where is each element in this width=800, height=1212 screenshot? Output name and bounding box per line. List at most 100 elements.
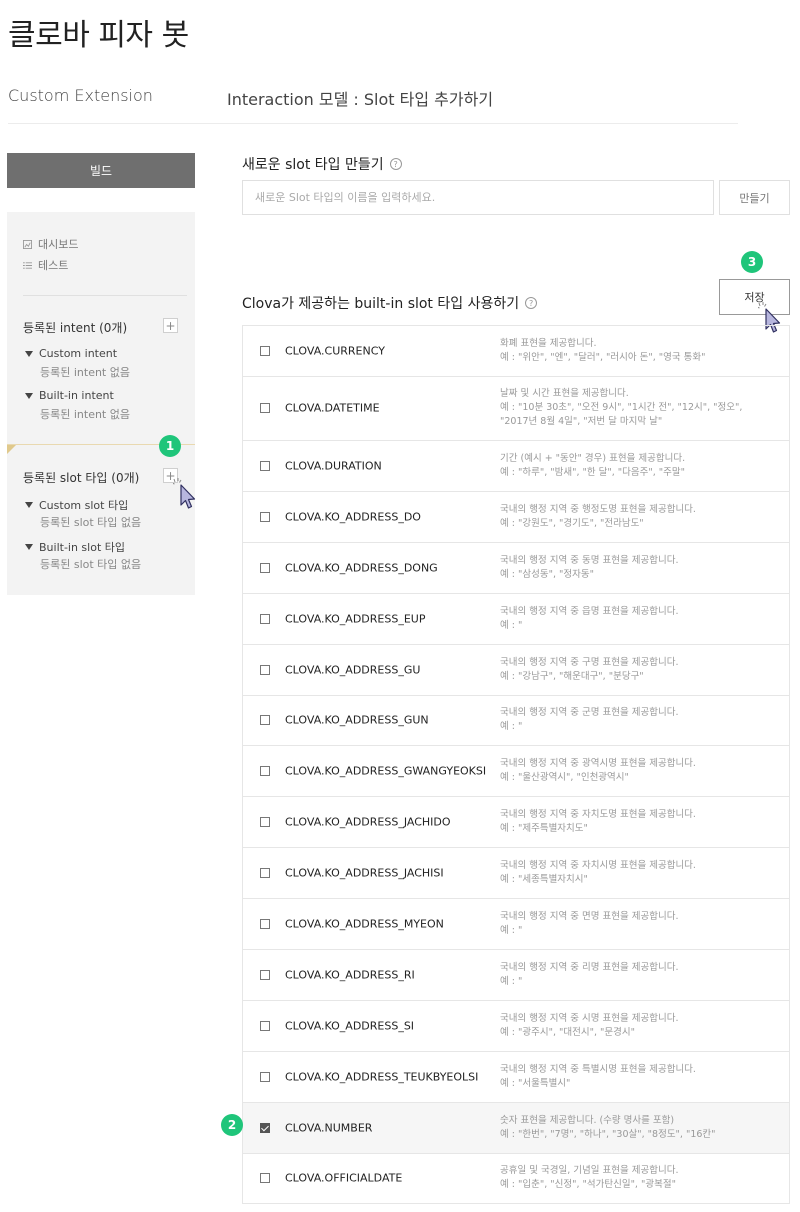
help-icon[interactable]: ? (389, 158, 402, 170)
sidebar-group-custom-slot[interactable]: Custom slot 타입 (25, 497, 128, 513)
slot-type-description: 국내의 행정 지역 중 리명 표현을 제공합니다. 예 : " (500, 961, 770, 989)
example-text: 예 : "강남구", "해운대구", "분당구" (500, 670, 644, 682)
slot-checkbox[interactable] (260, 345, 270, 356)
table-row[interactable]: CLOVA.KO_ADDRESS_GUN 국내의 행정 지역 중 군명 표현을 제… (243, 696, 789, 747)
slot-type-description: 국내의 행정 지역 중 읍명 표현을 제공합니다. 예 : " (500, 605, 770, 633)
example-text: 예 : "서울특별시" (500, 1077, 571, 1089)
table-row[interactable]: CLOVA.KO_ADDRESS_DONG 국내의 행정 지역 중 동명 표현을 … (243, 543, 789, 594)
table-row[interactable]: CLOVA.CURRENCY 화폐 표현을 제공합니다. 예 : "위안", "엔"… (243, 326, 789, 377)
new-slot-type-heading: 새로운 slot 타입 만들기 ? (242, 154, 402, 174)
description-text: 화폐 표현을 제공합니다. (500, 337, 597, 349)
group-label: Built-in slot 타입 (39, 541, 126, 554)
table-row[interactable]: CLOVA.KO_ADDRESS_GU 국내의 행정 지역 중 구명 표현을 제공… (243, 645, 789, 696)
breadcrumb-current-page: Interaction 모델 : Slot 타입 추가하기 (227, 90, 494, 109)
slot-checkbox[interactable] (260, 969, 270, 980)
slot-type-description: 국내의 행정 지역 중 특별시명 표현을 제공합니다. 예 : "서울특별시" (500, 1063, 770, 1091)
slot-type-description: 국내의 행정 지역 중 행정도명 표현을 제공합니다. 예 : "강원도", "경… (500, 503, 770, 531)
slot-checkbox[interactable] (260, 613, 270, 624)
description-text: 국내의 행정 지역 중 읍명 표현을 제공합니다. (500, 605, 679, 617)
build-button[interactable]: 빌드 (7, 153, 195, 188)
step-badge-1: 1 (159, 435, 181, 457)
list-icon (23, 261, 32, 269)
sidebar-group-builtin-intent[interactable]: Built-in intent (25, 389, 114, 402)
slot-checkbox[interactable] (260, 664, 270, 675)
slot-type-description: 국내의 행정 지역 중 시명 표현을 제공합니다. 예 : "광주시", "대전시… (500, 1012, 770, 1040)
slot-type-description: 국내의 행정 지역 중 군명 표현을 제공합니다. 예 : " (500, 706, 770, 734)
example-text: 예 : "삼성동", "정자동" (500, 568, 594, 580)
new-slot-type-input[interactable] (242, 180, 714, 215)
table-row[interactable]: CLOVA.KO_ADDRESS_EUP 국내의 행정 지역 중 읍명 표현을 제… (243, 594, 789, 645)
example-text: 예 : " (500, 925, 523, 937)
empty-text: 등록된 intent 없음 (40, 366, 130, 379)
example-text: 예 : " (500, 619, 523, 631)
table-row[interactable]: CLOVA.KO_ADDRESS_TEUKBYEOLSI 국내의 행정 지역 중 … (243, 1052, 789, 1103)
create-button[interactable]: 만들기 (719, 180, 790, 215)
caret-down-icon (25, 502, 33, 508)
sidebar-item-dashboard[interactable]: 대시보드 (23, 236, 78, 252)
table-row[interactable]: CLOVA.KO_ADDRESS_DO 국내의 행정 지역 중 행정도명 표현을 … (243, 492, 789, 543)
slot-checkbox[interactable] (260, 919, 270, 930)
slot-type-name: CLOVA.KO_ADDRESS_EUP (285, 612, 426, 626)
sidebar-group-custom-intent[interactable]: Custom intent (25, 347, 117, 360)
table-row[interactable]: CLOVA.DATETIME 날짜 및 시간 표현을 제공합니다. 예 : "10분… (243, 377, 789, 442)
table-row[interactable]: CLOVA.KO_ADDRESS_JACHISI 국내의 행정 지역 중 자치시명… (243, 848, 789, 900)
table-row[interactable]: CLOVA.KO_ADDRESS_RI 국내의 행정 지역 중 리명 표현을 제공… (243, 950, 789, 1001)
caret-down-icon (25, 392, 33, 399)
slot-type-description: 국내의 행정 지역 중 면명 표현을 제공합니다. 예 : " (500, 910, 770, 938)
breadcrumb-custom-extension[interactable]: Custom Extension (8, 86, 153, 105)
table-row[interactable]: CLOVA.KO_ADDRESS_MYEON 국내의 행정 지역 중 면명 표현을… (243, 899, 789, 950)
description-text: 국내의 행정 지역 중 자치도명 표현을 제공합니다. (500, 809, 696, 821)
description-text: 공휴일 및 국경일, 기념일 표현을 제공합니다. (500, 1165, 679, 1177)
slot-checkbox[interactable] (260, 817, 270, 828)
table-row[interactable]: CLOVA.NUMBER 숫자 표현을 제공합니다. (수량 명사를 포함) 예 :… (243, 1102, 789, 1154)
table-row[interactable]: CLOVA.KO_ADDRESS_JACHIDO 국내의 행정 지역 중 자치도명… (243, 797, 789, 849)
sidebar-item-label: 테스트 (38, 259, 69, 272)
registered-intents-title: 등록된 intent (0개) (23, 321, 128, 335)
slot-type-description: 국내의 행정 지역 중 동명 표현을 제공합니다. 예 : "삼성동", "정자동… (500, 554, 770, 582)
slot-checkbox[interactable] (260, 1071, 270, 1082)
slot-checkbox[interactable] (260, 461, 270, 472)
add-intent-button[interactable]: + (163, 318, 178, 333)
section-accent-marker (7, 445, 16, 454)
slot-checkbox[interactable] (260, 868, 270, 879)
slot-checkbox[interactable] (260, 715, 270, 726)
example-text: 예 : " (500, 975, 523, 987)
help-icon[interactable]: ? (525, 297, 538, 309)
slot-checkbox[interactable] (260, 766, 270, 777)
slot-type-description: 국내의 행정 지역 중 구명 표현을 제공합니다. 예 : "강남구", "해운대… (500, 656, 770, 684)
description-text: 국내의 행정 지역 중 군명 표현을 제공합니다. (500, 707, 679, 719)
registered-slots-title: 등록된 slot 타입 (0개) (23, 471, 140, 485)
sidebar-group-builtin-slot[interactable]: Built-in slot 타입 (25, 539, 125, 555)
example-text: 예 : "제주특별자치도" (500, 823, 588, 835)
slot-checkbox[interactable] (260, 1122, 270, 1133)
description-text: 국내의 행정 지역 중 특별시명 표현을 제공합니다. (500, 1063, 696, 1075)
description-text: 국내의 행정 지역 중 자치시명 표현을 제공합니다. (500, 860, 696, 872)
slot-type-name: CLOVA.NUMBER (285, 1121, 373, 1135)
example-text: 예 : "광주시", "대전시", "문경시" (500, 1026, 635, 1038)
sidebar-item-test[interactable]: 테스트 (23, 257, 68, 273)
table-row[interactable]: CLOVA.KO_ADDRESS_GWANGYEOKSI 국내의 행정 지역 중 … (243, 746, 789, 798)
sidebar-divider (23, 295, 187, 296)
slot-type-description: 날짜 및 시간 표현을 제공합니다. 예 : "10분 30초", "오전 9시"… (500, 387, 770, 429)
description-text: 숫자 표현을 제공합니다. (수량 명사를 포함) (500, 1114, 675, 1126)
example-text: 예 : "하루", "밤새", "한 달", "다음주", "주말" (500, 467, 685, 479)
slot-checkbox[interactable] (260, 403, 270, 414)
description-text: 날짜 및 시간 표현을 제공합니다. (500, 388, 629, 400)
slot-checkbox[interactable] (260, 562, 270, 573)
example-text: 예 : "10분 30초", "오전 9시", "1시간 전", "12시", … (500, 402, 743, 428)
dashboard-icon (23, 239, 32, 249)
builtin-slot-table: CLOVA.CURRENCY 화폐 표현을 제공합니다. 예 : "위안", "엔"… (242, 325, 790, 1205)
slot-type-description: 국내의 행정 지역 중 광역시명 표현을 제공합니다. 예 : "울산광역시", … (500, 757, 770, 785)
slot-checkbox[interactable] (260, 1020, 270, 1031)
slot-type-name: CLOVA.KO_ADDRESS_MYEON (285, 917, 444, 931)
table-row[interactable]: CLOVA.KO_ADDRESS_SI 국내의 행정 지역 중 시명 표현을 제공… (243, 1001, 789, 1052)
example-text: 예 : "입춘", "신정", "석가탄신일", "광복절" (500, 1179, 676, 1191)
slot-checkbox[interactable] (260, 511, 270, 522)
table-row[interactable]: CLOVA.OFFICIALDATE 공휴일 및 국경일, 기념일 표현을 제공합… (243, 1154, 789, 1205)
slot-type-name: CLOVA.DURATION (285, 459, 382, 473)
description-text: 국내의 행정 지역 중 행정도명 표현을 제공합니다. (500, 503, 696, 515)
description-text: 국내의 행정 지역 중 리명 표현을 제공합니다. (500, 961, 679, 973)
slot-type-name: CLOVA.CURRENCY (285, 344, 385, 358)
table-row[interactable]: CLOVA.DURATION 기간 (예시 + "동안" 경우) 표현을 제공합니… (243, 441, 789, 492)
slot-checkbox[interactable] (260, 1173, 270, 1184)
